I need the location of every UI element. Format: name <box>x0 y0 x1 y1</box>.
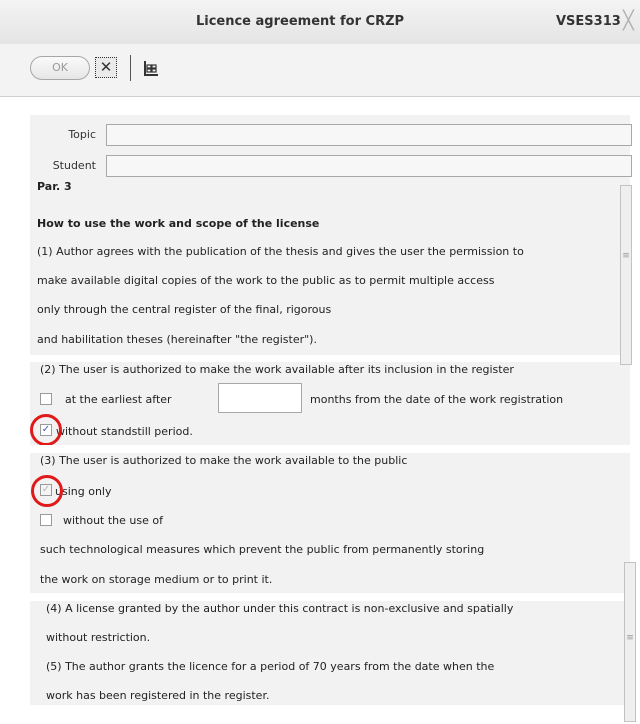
doc-line: (2) The user is authorized to make the w… <box>40 363 514 376</box>
student-label: Student <box>52 159 96 172</box>
standstill-label: without standstill period. <box>56 425 193 438</box>
doc-line: and habilitation theses (hereinafter "th… <box>37 333 317 346</box>
window-title: Licence agreement for CRZP <box>195 14 405 29</box>
section-heading: How to use the work and scope of the lic… <box>37 217 320 230</box>
cancel-button[interactable]: ✕ <box>95 57 117 78</box>
doc-line: make available digital copies of the wor… <box>37 274 495 287</box>
section-gap <box>30 445 630 453</box>
earliest-checkbox[interactable] <box>40 393 52 405</box>
doc-line: such technological measures which preven… <box>40 543 485 556</box>
doc-line: work has been registered in the register… <box>46 689 270 702</box>
close-icon[interactable]: ╳ <box>623 10 634 31</box>
window-code: VSES313 <box>556 14 621 29</box>
doc-line: only through the central register of the… <box>37 303 332 316</box>
window-titlebar: Licence agreement for CRZP VSES313 ╳ <box>0 0 640 45</box>
topic-label: Topic <box>68 128 96 141</box>
scrollbar-grip-icon: ≡ <box>626 633 634 643</box>
ok-button[interactable]: OK <box>30 56 90 80</box>
highlight-circle <box>30 414 62 446</box>
earliest-label: at the earliest after <box>65 393 172 406</box>
tree-structure-icon[interactable] <box>143 60 159 82</box>
without-use-checkbox[interactable] <box>40 514 52 526</box>
form-area <box>30 115 630 705</box>
doc-line: without restriction. <box>46 631 151 644</box>
doc-line: (4) A license granted by the author unde… <box>46 602 514 615</box>
section-gap <box>30 593 626 601</box>
scrollbar-grip-icon: ≡ <box>622 251 630 261</box>
without-use-label: without the use of <box>63 514 163 527</box>
student-field[interactable] <box>106 155 632 177</box>
topic-field[interactable] <box>106 124 632 146</box>
content-panel: Topic Student Par. 3 How to use the work… <box>0 97 640 724</box>
earliest-suffix: months from the date of the work registr… <box>310 393 564 406</box>
paragraph-number: Par. 3 <box>37 180 72 193</box>
highlight-circle <box>31 475 63 507</box>
doc-line: (5) The author grants the licence for a … <box>46 660 495 673</box>
doc-line: (3) The user is authorized to make the w… <box>40 454 408 467</box>
section-gap <box>30 355 626 362</box>
toolbar: OK ✕ <box>0 44 640 97</box>
doc-line: the work on storage medium or to print i… <box>40 573 273 586</box>
scrollbar-lower[interactable]: ≡ <box>624 562 636 722</box>
toolbar-separator <box>130 55 131 81</box>
using-only-label: using only <box>55 485 112 498</box>
scrollbar-upper[interactable]: ≡ <box>620 185 632 365</box>
months-input[interactable] <box>218 383 302 413</box>
doc-line: (1) Author agrees with the publication o… <box>37 245 524 258</box>
